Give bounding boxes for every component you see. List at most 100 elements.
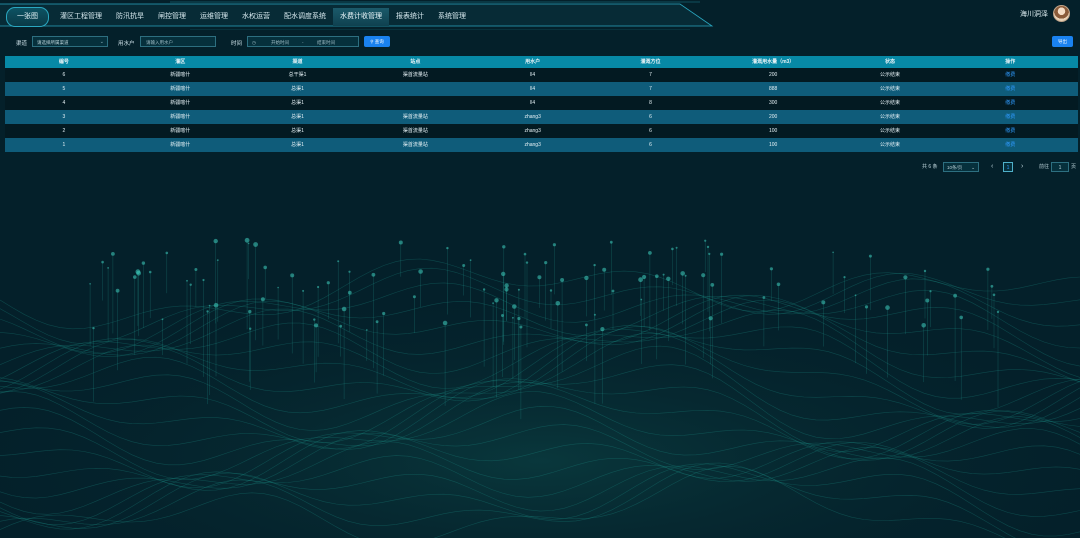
query-button[interactable]: ⚲ 查询 <box>364 36 390 47</box>
particle-dot <box>662 273 665 276</box>
range-separator: - <box>302 40 304 45</box>
particle-dot <box>213 238 218 244</box>
user-menu[interactable]: 海川洞泽 <box>1020 5 1070 22</box>
top-navigation-bar: 一张图 灌区工程管理 防汛抗旱 闸控管理 运维管理 水权运营 配水调度系统 水费… <box>0 0 1080 30</box>
particle-dot <box>843 276 846 279</box>
particle-dot <box>512 304 517 309</box>
pay-link[interactable]: 缴费 <box>943 110 1078 124</box>
cell-district: 新疆喀什 <box>170 100 191 106</box>
user-label: 用水户 <box>118 41 135 47</box>
cell-status: 公示结束 <box>880 142 901 148</box>
particle-dot <box>990 284 994 288</box>
table-row: 4 新疆喀什 总渠1 ll4 8 300 公示结束 缴费 <box>5 96 1078 110</box>
pay-link[interactable]: 缴费 <box>943 82 1078 96</box>
particle-dot <box>194 268 198 271</box>
particle-dot <box>903 275 908 280</box>
page-size-select[interactable]: 10条/页 ⌄ <box>943 162 979 172</box>
page-number-current[interactable]: 1 <box>1003 162 1013 172</box>
particle-dot <box>398 240 403 245</box>
cell-district: 新疆喀什 <box>170 86 191 92</box>
col-header-orientation: 灌溉方位 <box>640 59 661 65</box>
particle-dot <box>213 302 219 308</box>
pay-link[interactable]: 缴费 <box>943 68 1078 82</box>
particle-dot <box>502 245 506 249</box>
particle-dot <box>986 267 990 271</box>
nav-item-system[interactable]: 系统管理 <box>431 8 473 26</box>
particle-dot <box>247 242 250 245</box>
particle-dot <box>337 260 340 263</box>
cell-orientation: 6 <box>649 128 652 134</box>
goto-page-input[interactable]: 1 <box>1051 162 1069 172</box>
next-page-button[interactable]: › <box>1021 162 1023 172</box>
cell-id: 3 <box>62 114 66 120</box>
cell-district: 新疆喀什 <box>170 114 191 120</box>
pay-link[interactable]: 缴费 <box>943 124 1078 138</box>
particle-dot <box>648 251 652 255</box>
export-button[interactable]: 导出 <box>1052 36 1073 47</box>
particle-dot <box>776 282 781 287</box>
nav-home[interactable]: 一张图 <box>6 7 49 27</box>
particle-dot <box>684 274 687 277</box>
pay-link[interactable]: 缴费 <box>943 96 1078 110</box>
particle-dot <box>115 288 120 293</box>
nav-item-water-fee[interactable]: 水费计收管理 <box>333 8 389 26</box>
cell-volume: 300 <box>769 100 778 106</box>
start-date-input[interactable]: 开始时间 <box>271 37 289 48</box>
particle-dot <box>189 283 192 286</box>
cell-orientation: 6 <box>649 142 652 148</box>
particle-dot <box>671 247 674 251</box>
particle-dot <box>418 269 423 274</box>
particle-dot <box>549 289 553 292</box>
nav-item-water-dispatch[interactable]: 配水调度系统 <box>277 8 333 26</box>
particle-dot <box>314 323 319 328</box>
particle-dot <box>302 289 305 292</box>
prev-page-button[interactable]: ‹ <box>991 162 993 172</box>
particle-dot <box>864 305 869 309</box>
cell-orientation: 8 <box>649 100 652 106</box>
cell-user: ll4 <box>530 100 536 106</box>
date-range-picker[interactable]: ◷ 开始时间 - 结束时间 <box>247 36 359 47</box>
search-icon: ⚲ <box>370 39 374 44</box>
particle-dot <box>375 320 379 324</box>
pay-link[interactable]: 缴费 <box>943 138 1078 152</box>
nav-item-water-rights[interactable]: 水权运营 <box>235 8 277 26</box>
nav-item-gate-control[interactable]: 闸控管理 <box>151 8 193 26</box>
cell-status: 公示结束 <box>880 100 901 106</box>
particle-dot <box>253 242 258 247</box>
particle-dot <box>959 315 963 320</box>
particle-dot <box>525 261 529 264</box>
cell-station <box>357 82 473 96</box>
main-nav: 一张图 灌区工程管理 防汛抗旱 闸控管理 运维管理 水权运营 配水调度系统 水费… <box>6 7 473 27</box>
user-input[interactable]: 请输入用水户 <box>140 36 216 47</box>
particle-dot <box>107 267 109 269</box>
time-label: 时间 <box>231 41 243 47</box>
cell-volume: 100 <box>769 142 778 148</box>
col-header-volume: 灌溉用水量（m3） <box>752 59 795 65</box>
particle-dot <box>494 298 499 303</box>
particle-dot <box>585 323 588 327</box>
cell-station: 渠首流量站 <box>402 72 428 78</box>
nav-item-reports[interactable]: 报表统计 <box>389 8 431 26</box>
particle-dot <box>469 259 472 261</box>
particle-dot <box>260 297 265 302</box>
avatar[interactable] <box>1053 5 1070 22</box>
particle-dot <box>135 269 141 275</box>
particle-dot <box>148 270 152 274</box>
nav-item-irrigation-engineering[interactable]: 灌区工程管理 <box>53 8 109 26</box>
particle-dot <box>313 318 316 321</box>
particle-dot <box>710 283 715 287</box>
particle-dot <box>655 274 659 279</box>
end-date-input[interactable]: 结束时间 <box>317 37 335 48</box>
particle-dot <box>868 254 872 258</box>
cell-orientation: 6 <box>649 114 652 120</box>
particle-dot <box>504 283 509 288</box>
particle-dot <box>412 295 416 299</box>
particle-dot <box>720 252 724 256</box>
particle-dot <box>339 324 343 328</box>
cell-volume: 888 <box>769 86 778 92</box>
channel-select[interactable]: 请选择所属渠道 ⌄ <box>32 36 108 47</box>
nav-item-flood-control[interactable]: 防汛抗旱 <box>109 8 151 26</box>
nav-item-maintenance[interactable]: 运维管理 <box>193 8 235 26</box>
cell-station <box>357 96 473 110</box>
particle-dot <box>611 289 615 293</box>
